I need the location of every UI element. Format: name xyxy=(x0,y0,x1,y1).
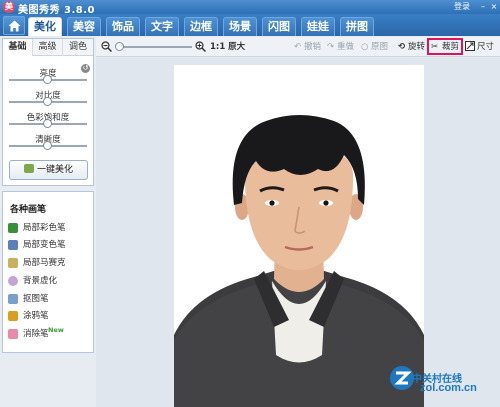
brush-item-label: 涂鸦笔 xyxy=(23,311,49,321)
toolbar: 1:1 原大 ↶ 撤销 ↷ 重做 ○ 原图 ⟲ 旋转 ✂ 裁剪 尺寸 xyxy=(96,37,500,57)
minimize-icon[interactable]: – xyxy=(478,2,488,11)
brush-item-label: 局部变色笔 xyxy=(23,240,66,250)
portrait-photo xyxy=(174,65,424,407)
resize-icon[interactable] xyxy=(465,41,475,51)
rotate-icon[interactable]: ⟲ xyxy=(398,41,405,53)
tab-scene[interactable]: 场景 xyxy=(223,17,257,36)
sharpness-control: 清晰度 xyxy=(3,133,93,151)
adjust-subtabs: 基础 高级 调色 xyxy=(3,39,93,56)
color-brush-icon xyxy=(8,223,18,233)
home-button[interactable] xyxy=(3,16,25,35)
subtab-advanced[interactable]: 高级 xyxy=(33,39,63,56)
brush-item-recolor[interactable]: 局部变色笔 xyxy=(8,238,92,252)
home-icon xyxy=(8,20,21,32)
brush-item-label: 局部马赛克 xyxy=(23,258,66,268)
tab-text[interactable]: 文字 xyxy=(145,17,179,36)
portrait-image xyxy=(174,115,424,407)
title-bar: 美 美图秀秀 3.8.0 登录 – × xyxy=(0,0,500,16)
rotate-button[interactable]: 旋转 xyxy=(408,41,425,53)
login-link[interactable]: 登录 xyxy=(454,1,470,12)
tab-doll[interactable]: 娃娃 xyxy=(301,17,335,36)
contrast-slider-handle[interactable] xyxy=(43,97,52,106)
zoom-slider-handle[interactable] xyxy=(115,42,124,51)
actual-size-button[interactable]: 1:1 原大 xyxy=(210,41,245,53)
new-badge: New xyxy=(48,326,64,334)
redo-button[interactable]: 重做 xyxy=(337,41,354,53)
brush-item-blur[interactable]: 背景虚化 xyxy=(8,274,92,288)
subtab-color[interactable]: 调色 xyxy=(63,39,93,56)
canvas-area[interactable] xyxy=(96,58,500,407)
brush-item-color[interactable]: 局部彩色笔 xyxy=(8,221,92,235)
brush-item-label: 消除笔 xyxy=(23,329,49,339)
one-key-beautify-label: 一键美化 xyxy=(36,165,73,175)
brightness-control: 亮度 xyxy=(3,67,93,85)
brush-item-eraser[interactable]: 消除笔 New xyxy=(8,326,92,341)
mosaic-icon xyxy=(8,258,18,268)
brush-panel-title: 各种画笔 xyxy=(10,205,47,215)
original-button[interactable]: 原图 xyxy=(371,41,388,53)
brightness-slider-handle[interactable] xyxy=(43,75,52,84)
one-key-beautify-button[interactable]: 一键美化 xyxy=(9,160,88,180)
brush-item-mosaic[interactable]: 局部马赛克 xyxy=(8,256,92,270)
tab-beautify[interactable]: 美化 xyxy=(28,17,62,36)
sharpness-slider-handle[interactable] xyxy=(43,141,52,150)
tab-beauty[interactable]: 美容 xyxy=(67,17,101,36)
redo-icon[interactable]: ↷ xyxy=(327,41,334,53)
saturation-slider-handle[interactable] xyxy=(43,119,52,128)
close-icon[interactable]: × xyxy=(489,2,499,11)
meitu-logo-icon: 美 xyxy=(3,1,15,13)
brush-item-doodle[interactable]: 涂鸦笔 xyxy=(8,309,92,323)
tab-accessories[interactable]: 饰品 xyxy=(106,17,140,36)
magic-wand-icon xyxy=(23,164,34,173)
undo-icon[interactable]: ↶ xyxy=(294,41,301,53)
brush-item-label: 局部彩色笔 xyxy=(23,223,66,233)
zoom-in-icon[interactable] xyxy=(195,41,206,52)
saturation-control: 色彩饱和度 xyxy=(3,111,93,129)
main-tab-bar: 美化 美容 饰品 文字 边框 场景 闪图 娃娃 拼图 xyxy=(0,14,500,36)
tab-flash[interactable]: 闪图 xyxy=(262,17,296,36)
brush-item-label: 背景虚化 xyxy=(23,276,58,286)
blur-icon xyxy=(8,276,18,286)
cutout-icon xyxy=(8,294,18,304)
adjust-panel: 基础 高级 调色 ↺ 亮度 对比度 色彩饱和度 清晰度 一键美化 xyxy=(2,38,94,186)
tab-frame[interactable]: 边框 xyxy=(184,17,218,36)
undo-button[interactable]: 撤销 xyxy=(304,41,321,53)
contrast-control: 对比度 xyxy=(3,89,93,107)
crop-highlight-box xyxy=(427,38,463,55)
brush-panel: 各种画笔 局部彩色笔 局部变色笔 局部马赛克 背景虚化 抠图笔 涂鸦笔 消除笔 … xyxy=(2,191,94,353)
eraser-icon xyxy=(8,329,18,339)
recolor-brush-icon xyxy=(8,240,18,250)
brush-item-label: 抠图笔 xyxy=(23,294,49,304)
subtab-basic[interactable]: 基础 xyxy=(3,39,33,56)
resize-button[interactable]: 尺寸 xyxy=(477,41,494,53)
doodle-icon xyxy=(8,311,18,321)
watermark-en: zol.com.cn xyxy=(420,382,477,394)
zoom-out-icon[interactable] xyxy=(101,41,112,52)
brush-item-cutout[interactable]: 抠图笔 xyxy=(8,292,92,306)
zoom-slider[interactable] xyxy=(118,46,192,48)
tab-collage[interactable]: 拼图 xyxy=(340,17,374,36)
original-icon[interactable]: ○ xyxy=(361,41,368,53)
